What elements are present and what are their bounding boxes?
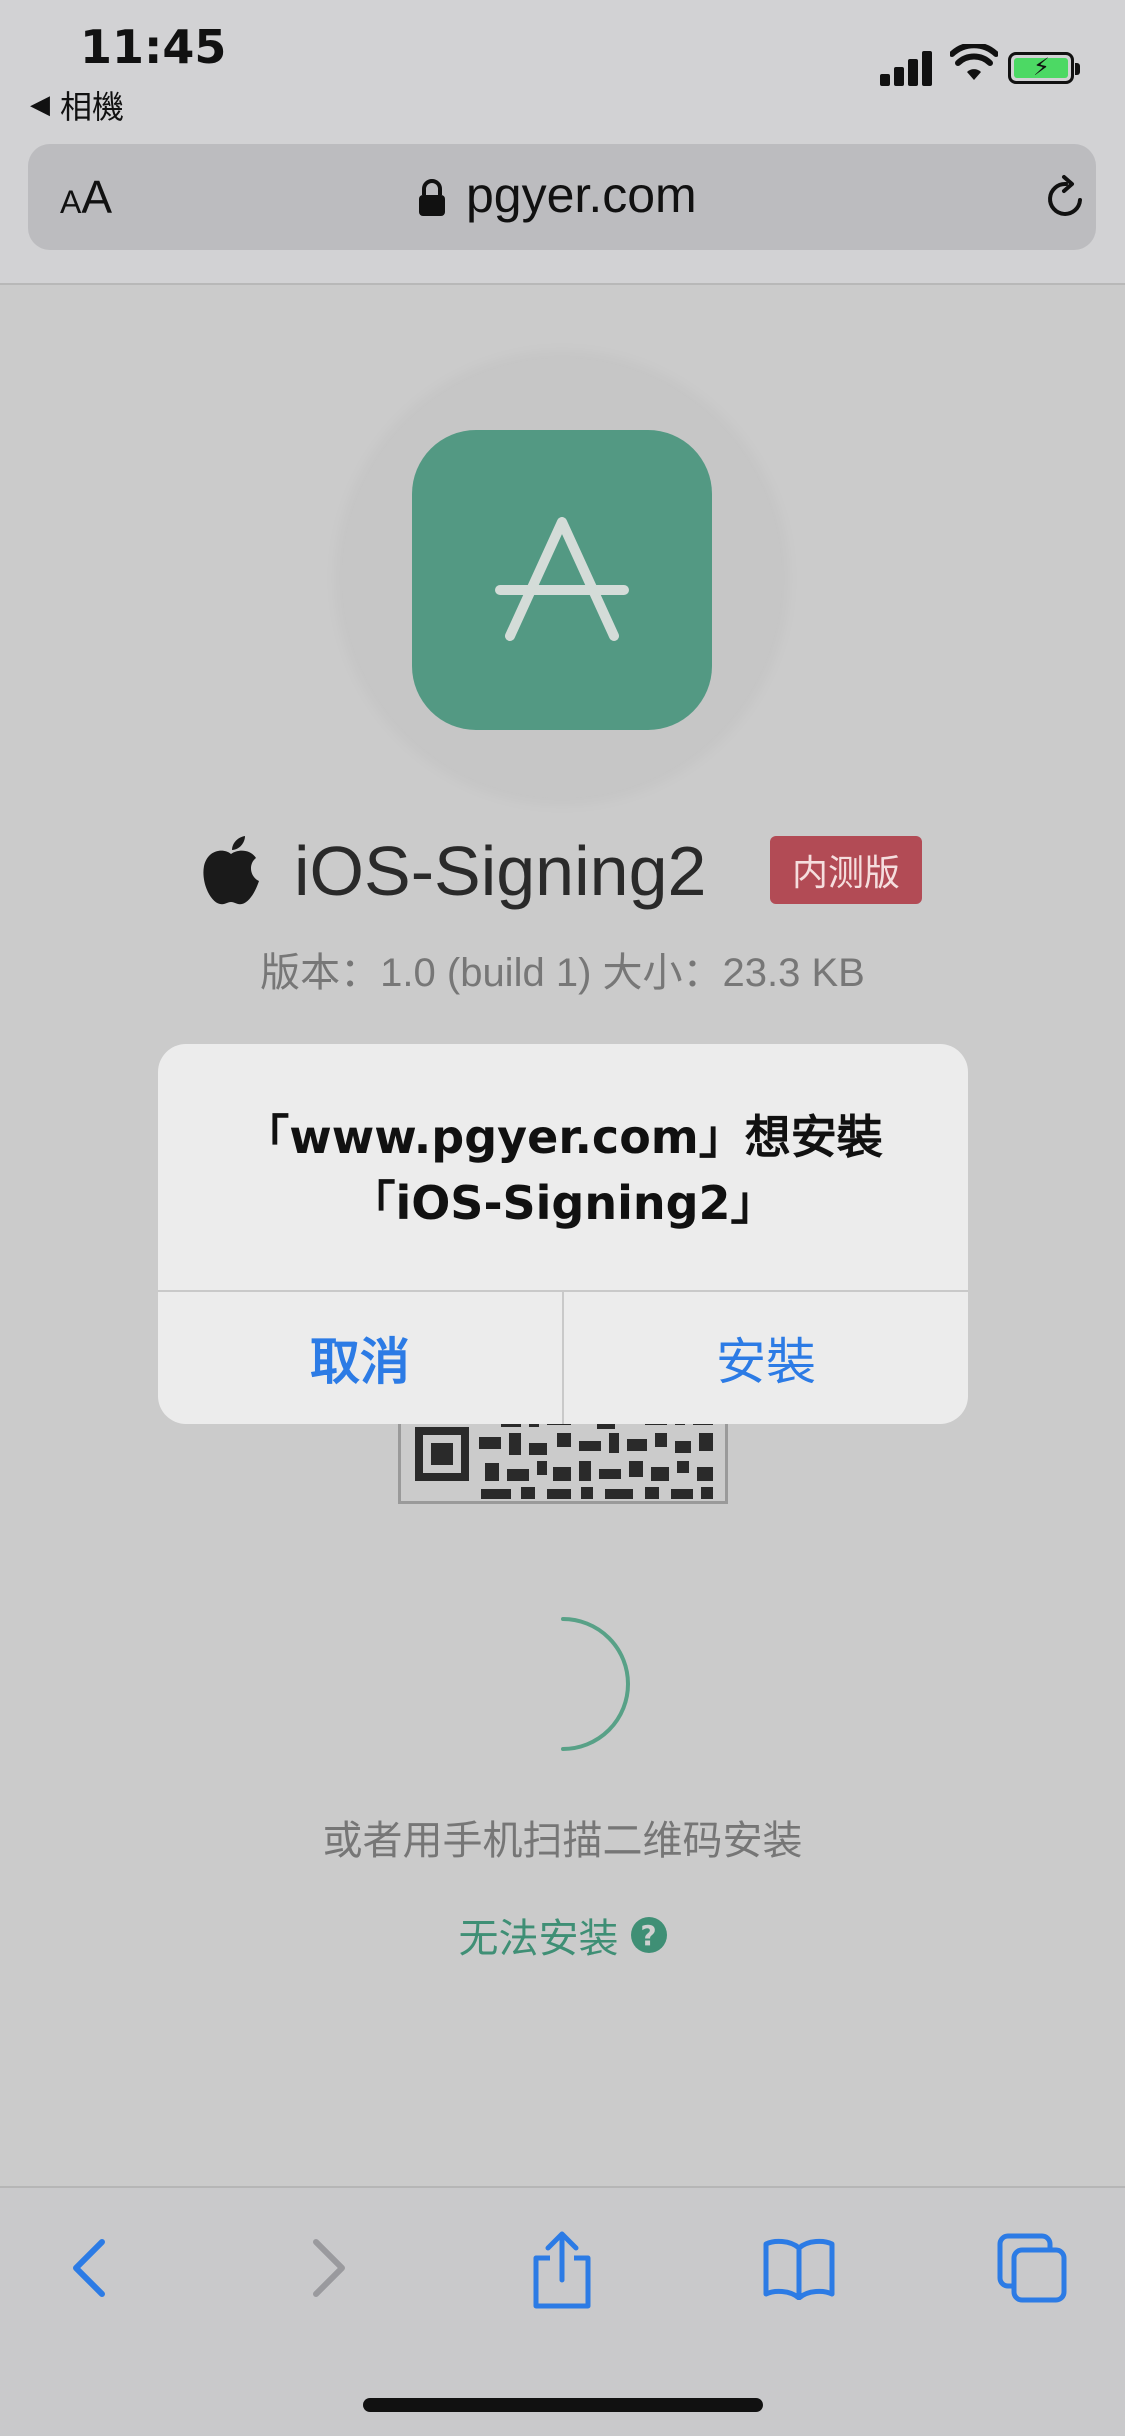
text-size-button[interactable]: AA	[60, 170, 112, 224]
cannot-install-label: 无法安装	[458, 1916, 619, 1962]
wifi-icon	[950, 44, 998, 80]
app-store-a-icon	[495, 517, 629, 641]
cancel-button[interactable]: 取消	[158, 1292, 562, 1424]
back-arrow-icon: ◀	[30, 90, 50, 120]
back-to-app-button[interactable]: ◀ 相機	[30, 82, 124, 128]
alert-title-line2: 「iOS-Signing2」	[349, 1176, 777, 1230]
lock-icon	[419, 179, 445, 216]
bookmarks-icon[interactable]	[762, 2236, 836, 2300]
loading-spinner-icon	[561, 1617, 630, 1751]
address-bar-container: AA pgyer.com	[0, 140, 1125, 285]
share-icon[interactable]	[528, 2230, 596, 2310]
install-button[interactable]: 安裝	[564, 1292, 968, 1424]
scan-qr-hint: 或者用手机扫描二维码安装	[322, 1818, 803, 1864]
forward-icon[interactable]	[298, 2236, 354, 2300]
status-time: 11:45	[80, 20, 227, 74]
install-alert-dialog: 「www.pgyer.com」想安裝 「iOS-Signing2」 取消 安裝	[158, 1044, 968, 1424]
cannot-install-link[interactable]: 无法安装 ?	[0, 1906, 1125, 1964]
url-domain[interactable]: pgyer.com	[466, 166, 697, 224]
beta-badge: 内测版	[770, 836, 922, 904]
app-icon	[412, 430, 712, 730]
back-app-label: 相機	[60, 88, 125, 126]
alert-title-line1: 「www.pgyer.com」想安裝	[243, 1110, 883, 1164]
app-version-size: 版本：1.0 (build 1) 大小：23.3 KB	[260, 951, 865, 995]
status-bar: 11:45 ◀ 相機 ⚡	[0, 0, 1125, 140]
tabs-icon[interactable]	[996, 2232, 1070, 2304]
app-title-row: iOS-Signing2	[198, 826, 706, 916]
home-indicator[interactable]	[363, 2398, 763, 2412]
battery-icon: ⚡	[1008, 52, 1080, 84]
alert-title: 「www.pgyer.com」想安裝 「iOS-Signing2」	[158, 1104, 968, 1236]
help-icon: ?	[630, 1917, 667, 1953]
reload-icon[interactable]	[1042, 174, 1090, 222]
cellular-signal-icon	[880, 50, 934, 86]
apple-logo-icon	[203, 836, 259, 905]
app-name: iOS-Signing2	[294, 832, 707, 910]
address-bar[interactable]: AA pgyer.com	[28, 144, 1096, 250]
back-icon[interactable]	[64, 2236, 120, 2300]
